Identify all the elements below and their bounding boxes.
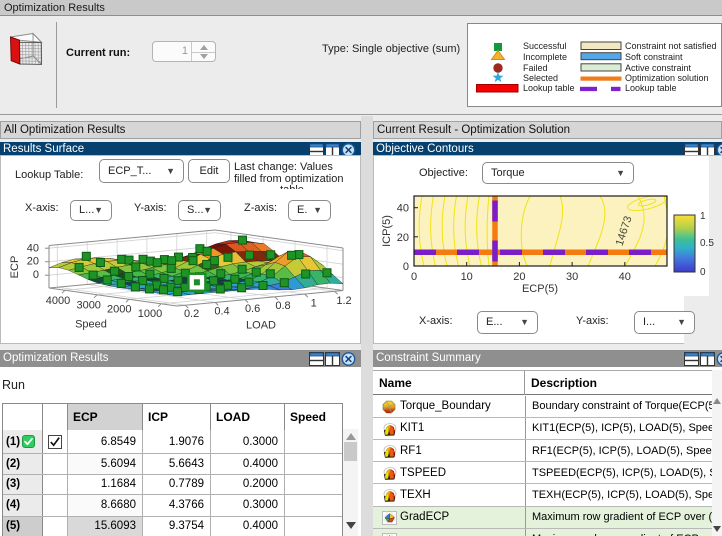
svg-text:0: 0 [33, 269, 39, 281]
svg-text:0: 0 [700, 267, 706, 278]
svg-text:ECP(5): ECP(5) [522, 283, 558, 295]
svg-text:0: 0 [411, 271, 417, 283]
svg-text:LOAD: LOAD [246, 320, 276, 332]
svg-text:40: 40 [619, 271, 631, 283]
svg-text:20: 20 [397, 232, 409, 244]
svg-text:1.2: 1.2 [336, 295, 351, 307]
svg-text:4000: 4000 [46, 295, 70, 307]
svg-text:20: 20 [513, 271, 525, 283]
svg-text:0.4: 0.4 [214, 305, 229, 317]
svg-text:0.8: 0.8 [275, 300, 290, 312]
svg-text:30: 30 [566, 271, 578, 283]
svg-text:1: 1 [311, 298, 317, 310]
svg-text:20: 20 [27, 256, 39, 268]
svg-text:0.5: 0.5 [700, 238, 714, 249]
svg-text:2000: 2000 [107, 304, 131, 316]
svg-text:10: 10 [461, 271, 473, 283]
svg-text:3000: 3000 [76, 299, 100, 311]
svg-text:40: 40 [27, 243, 39, 255]
svg-text:ECP: ECP [9, 256, 21, 279]
svg-text:Speed: Speed [75, 319, 107, 331]
svg-text:0: 0 [403, 261, 409, 273]
svg-text:40: 40 [397, 203, 409, 215]
svg-text:0.6: 0.6 [245, 303, 260, 315]
svg-text:1000: 1000 [138, 308, 162, 320]
svg-text:1: 1 [700, 211, 706, 222]
svg-text:ICP(5): ICP(5) [381, 215, 393, 247]
svg-text:0.2: 0.2 [184, 308, 199, 320]
